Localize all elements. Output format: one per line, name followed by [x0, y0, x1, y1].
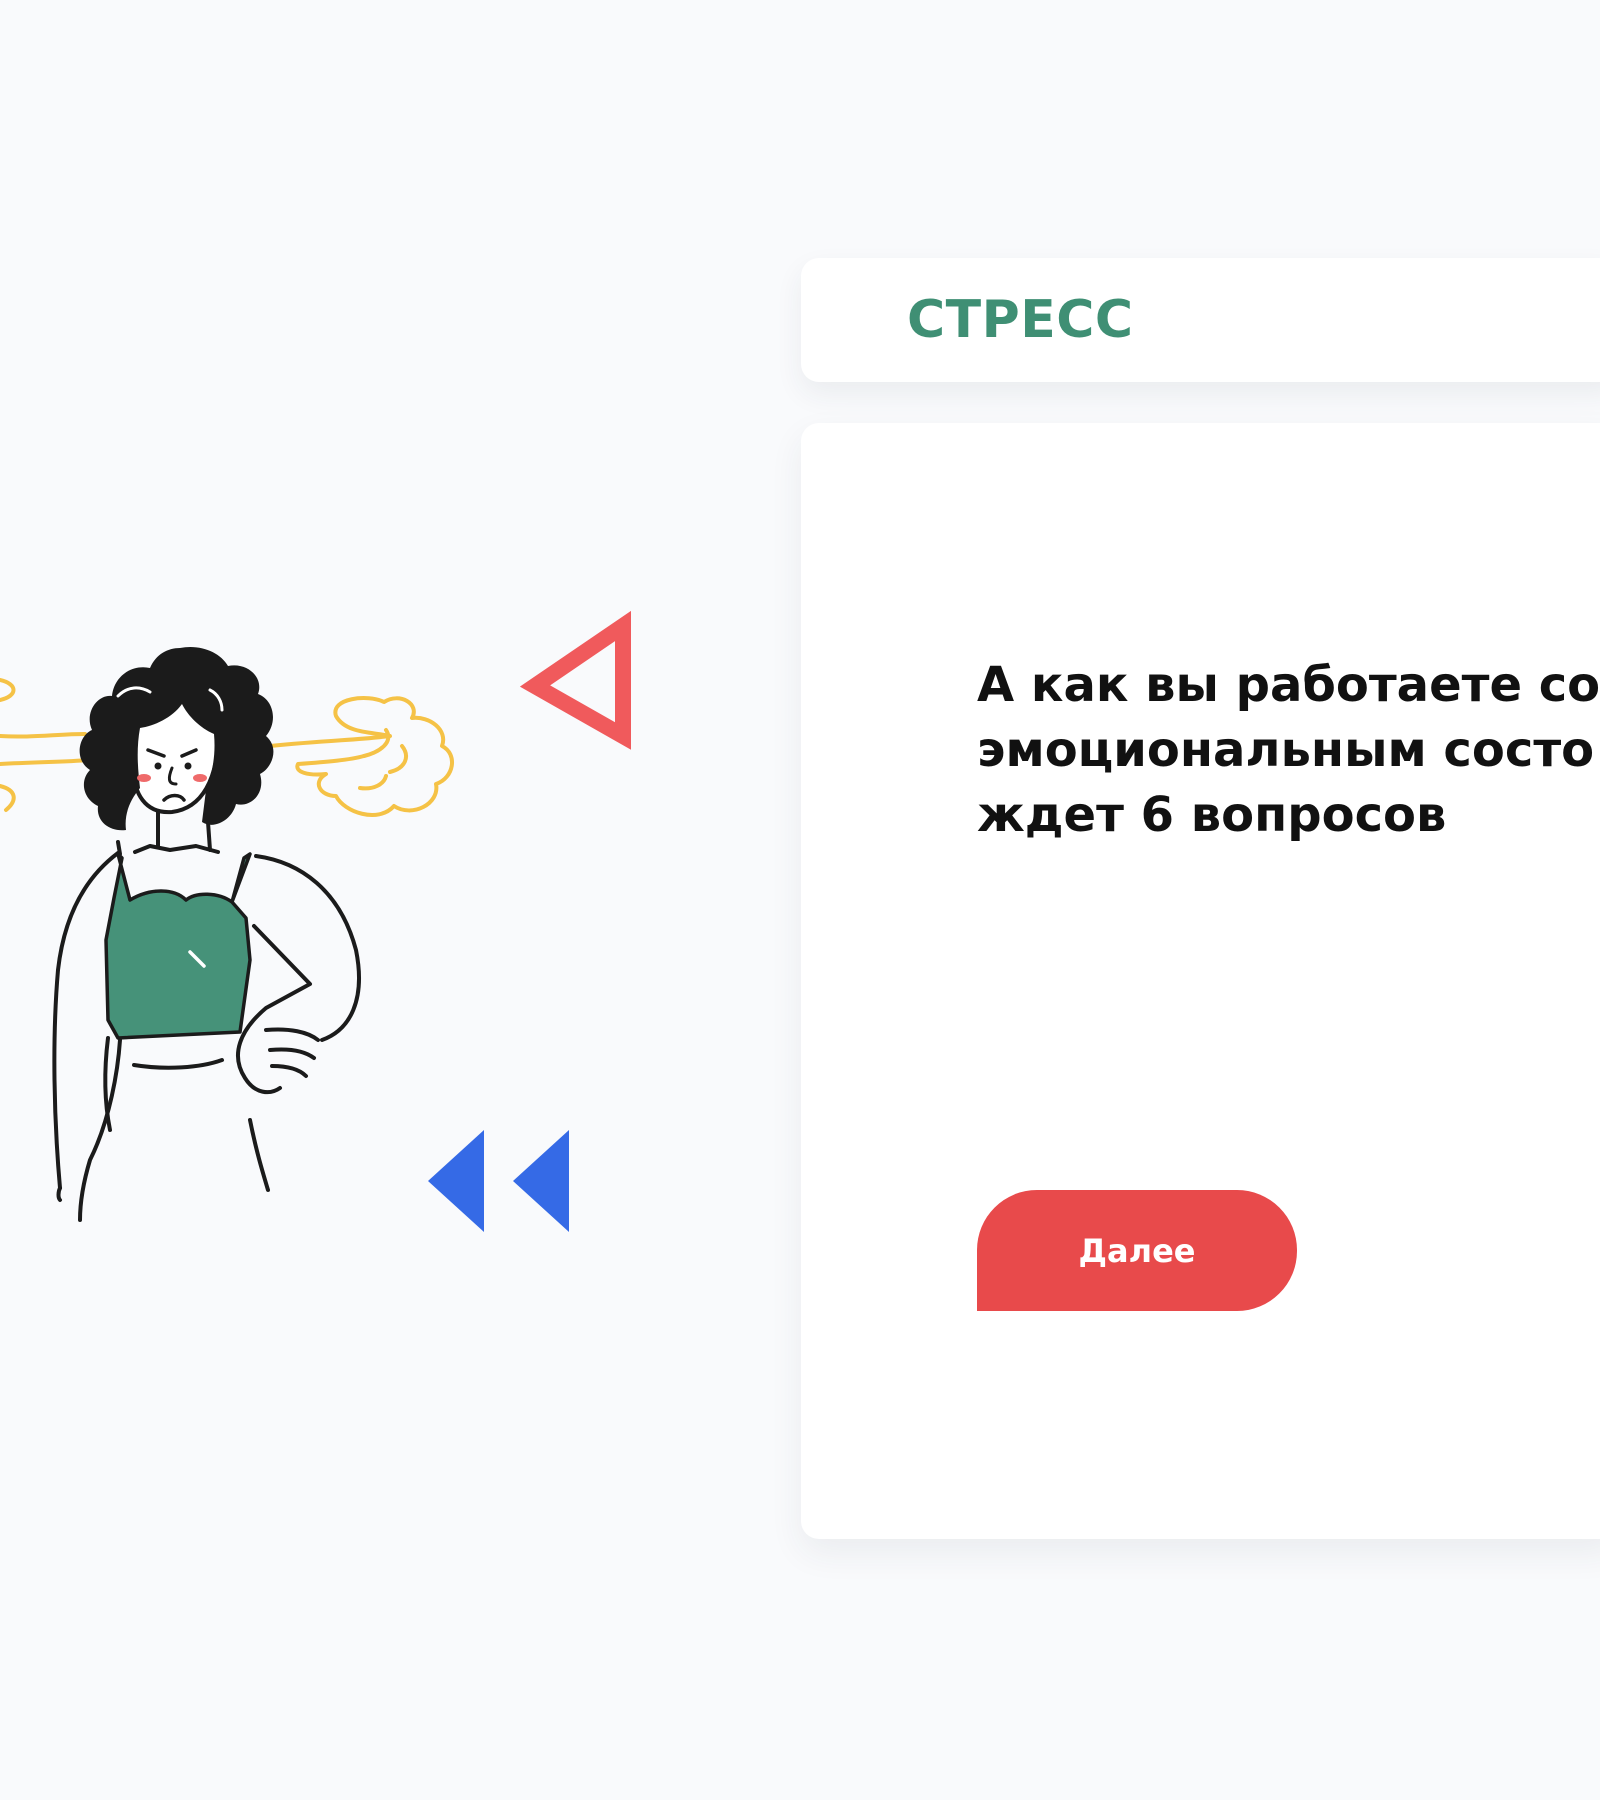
left-blush: [137, 774, 151, 782]
left-eye: [154, 762, 162, 770]
page-title: СТРЕСС: [907, 290, 1134, 350]
green-top: [104, 852, 252, 1040]
header-card: СТРЕСС: [801, 258, 1600, 382]
blue-triangle-right-icon: [513, 1130, 569, 1232]
right-eye: [184, 762, 192, 770]
question-card: А как вы работаете со эмоциональным сост…: [801, 423, 1600, 1539]
steam-right: [268, 696, 454, 817]
question-text: А как вы работаете со эмоциональным сост…: [977, 657, 1600, 843]
blue-triangle-left-icon: [428, 1130, 484, 1232]
next-button[interactable]: Далее: [977, 1190, 1297, 1311]
stress-illustration: [0, 600, 680, 1260]
right-blush: [193, 774, 207, 782]
red-outline-triangle-icon: [519, 610, 631, 750]
steam-left: [0, 678, 92, 812]
stressed-woman-illustration: [0, 610, 631, 1232]
